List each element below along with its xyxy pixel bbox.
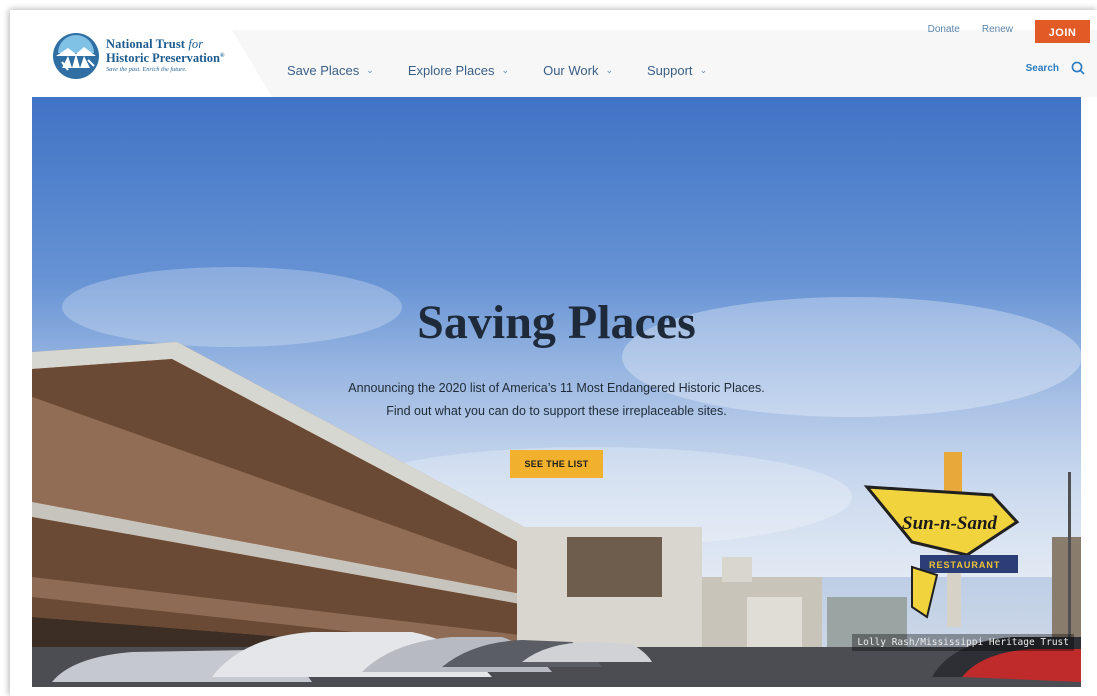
chevron-down-icon: ⌄: [699, 65, 708, 75]
chevron-down-icon: ⌄: [366, 65, 374, 75]
chevron-down-icon: ⌄: [605, 65, 614, 75]
logo-line2: Historic Preservation®: [106, 50, 225, 65]
nav-our-work[interactable]: Our Work ⌄: [543, 63, 613, 78]
utility-nav: Donate Renew JOIN: [928, 20, 1090, 43]
hero-title: Saving Places: [417, 296, 696, 349]
join-button[interactable]: JOIN: [1035, 20, 1090, 43]
site-logo[interactable]: National Trust for Historic Preservation…: [52, 32, 224, 80]
nav-save-places[interactable]: Save Places ⌄: [287, 63, 374, 78]
main-nav: Save Places ⌄ Explore Places ⌄ Our Work ⌄ S…: [287, 63, 741, 78]
logo-line1: National Trust for: [106, 37, 204, 52]
search-toggle[interactable]: Search: [1026, 61, 1085, 75]
nav-explore-places[interactable]: Explore Places ⌄: [408, 63, 509, 78]
nav-support[interactable]: Support ⌄: [647, 63, 707, 78]
search-label: Search: [1025, 62, 1059, 74]
hero-subtitle-line2: Find out what you can do to support thes…: [386, 404, 727, 418]
renew-link[interactable]: Renew: [982, 24, 1013, 35]
logo-wordmark: National Trust for Historic Preservation…: [106, 38, 224, 73]
site-header: National Trust for Historic Preservation…: [10, 10, 1097, 97]
search-icon: [1071, 61, 1085, 75]
sign-text: Sun-n-Sand: [902, 513, 998, 534]
donate-link[interactable]: Donate: [928, 24, 960, 35]
browser-page: National Trust for Historic Preservation…: [10, 10, 1097, 696]
hero-banner: Sun-n-Sand RESTAURANT Saving Places Anno…: [32, 97, 1081, 687]
logo-tagline: Save the past. Enrich the future.: [106, 66, 187, 74]
chevron-down-icon: ⌄: [501, 65, 510, 75]
photo-credit: Lolly Rash/Mississippi Heritage Trust: [852, 634, 1074, 651]
see-the-list-button[interactable]: SEE THE LIST: [510, 450, 603, 478]
sign-subtext: RESTAURANT: [929, 560, 1000, 570]
hero-subtitle-line1: Announcing the 2020 list of America’s 11…: [348, 381, 765, 395]
logo-emblem-icon: [53, 33, 99, 79]
